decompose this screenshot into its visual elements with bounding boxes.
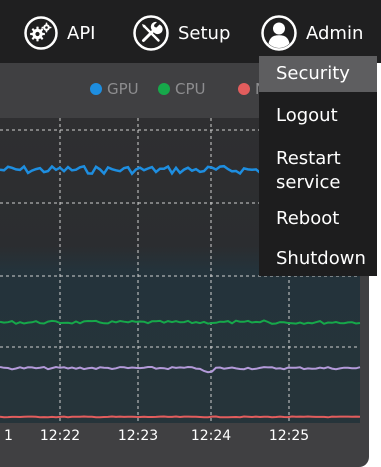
x-tick-label: 12:22 bbox=[40, 428, 80, 444]
x-tick-label: 1 bbox=[4, 428, 13, 444]
user-icon bbox=[261, 15, 297, 51]
n-dot-icon bbox=[238, 83, 250, 95]
setup-button[interactable]: Setup bbox=[133, 12, 230, 54]
app: API Setup Admin GPU CPU 1 12:22 12:23 12… bbox=[0, 0, 381, 467]
wrench-screwdriver-icon bbox=[133, 15, 169, 51]
legend-item-cpu[interactable]: CPU bbox=[158, 80, 206, 98]
menu-item-security[interactable]: Security bbox=[259, 56, 377, 92]
menu-item-logout[interactable]: Logout bbox=[259, 104, 377, 128]
menu-item-shutdown[interactable]: Shutdown bbox=[259, 247, 377, 271]
x-tick-label: 12:23 bbox=[118, 428, 158, 444]
x-axis-ticks: 1 12:22 12:23 12:24 12:25 bbox=[4, 428, 309, 444]
legend-label-cpu: CPU bbox=[175, 80, 206, 98]
admin-button[interactable]: Admin bbox=[261, 12, 363, 54]
x-tick-label: 12:25 bbox=[269, 428, 309, 444]
cpu-dot-icon bbox=[158, 83, 170, 95]
gpu-dot-icon bbox=[90, 83, 102, 95]
legend-item-gpu[interactable]: GPU bbox=[90, 80, 139, 98]
admin-label: Admin bbox=[306, 22, 364, 44]
api-button[interactable]: API bbox=[24, 12, 95, 54]
admin-dropdown-menu: Security Logout Restart service Reboot S… bbox=[259, 56, 377, 276]
series-line-n bbox=[0, 415, 361, 419]
setup-label: Setup bbox=[178, 22, 231, 44]
api-label: API bbox=[67, 22, 96, 44]
menu-item-reboot[interactable]: Reboot bbox=[259, 207, 377, 231]
legend-label-gpu: GPU bbox=[107, 80, 139, 98]
top-navbar: API Setup Admin bbox=[0, 0, 381, 63]
gears-icon bbox=[24, 16, 58, 50]
x-tick-label: 12:24 bbox=[191, 428, 231, 444]
menu-item-restart-service[interactable]: Restart service bbox=[259, 147, 377, 195]
